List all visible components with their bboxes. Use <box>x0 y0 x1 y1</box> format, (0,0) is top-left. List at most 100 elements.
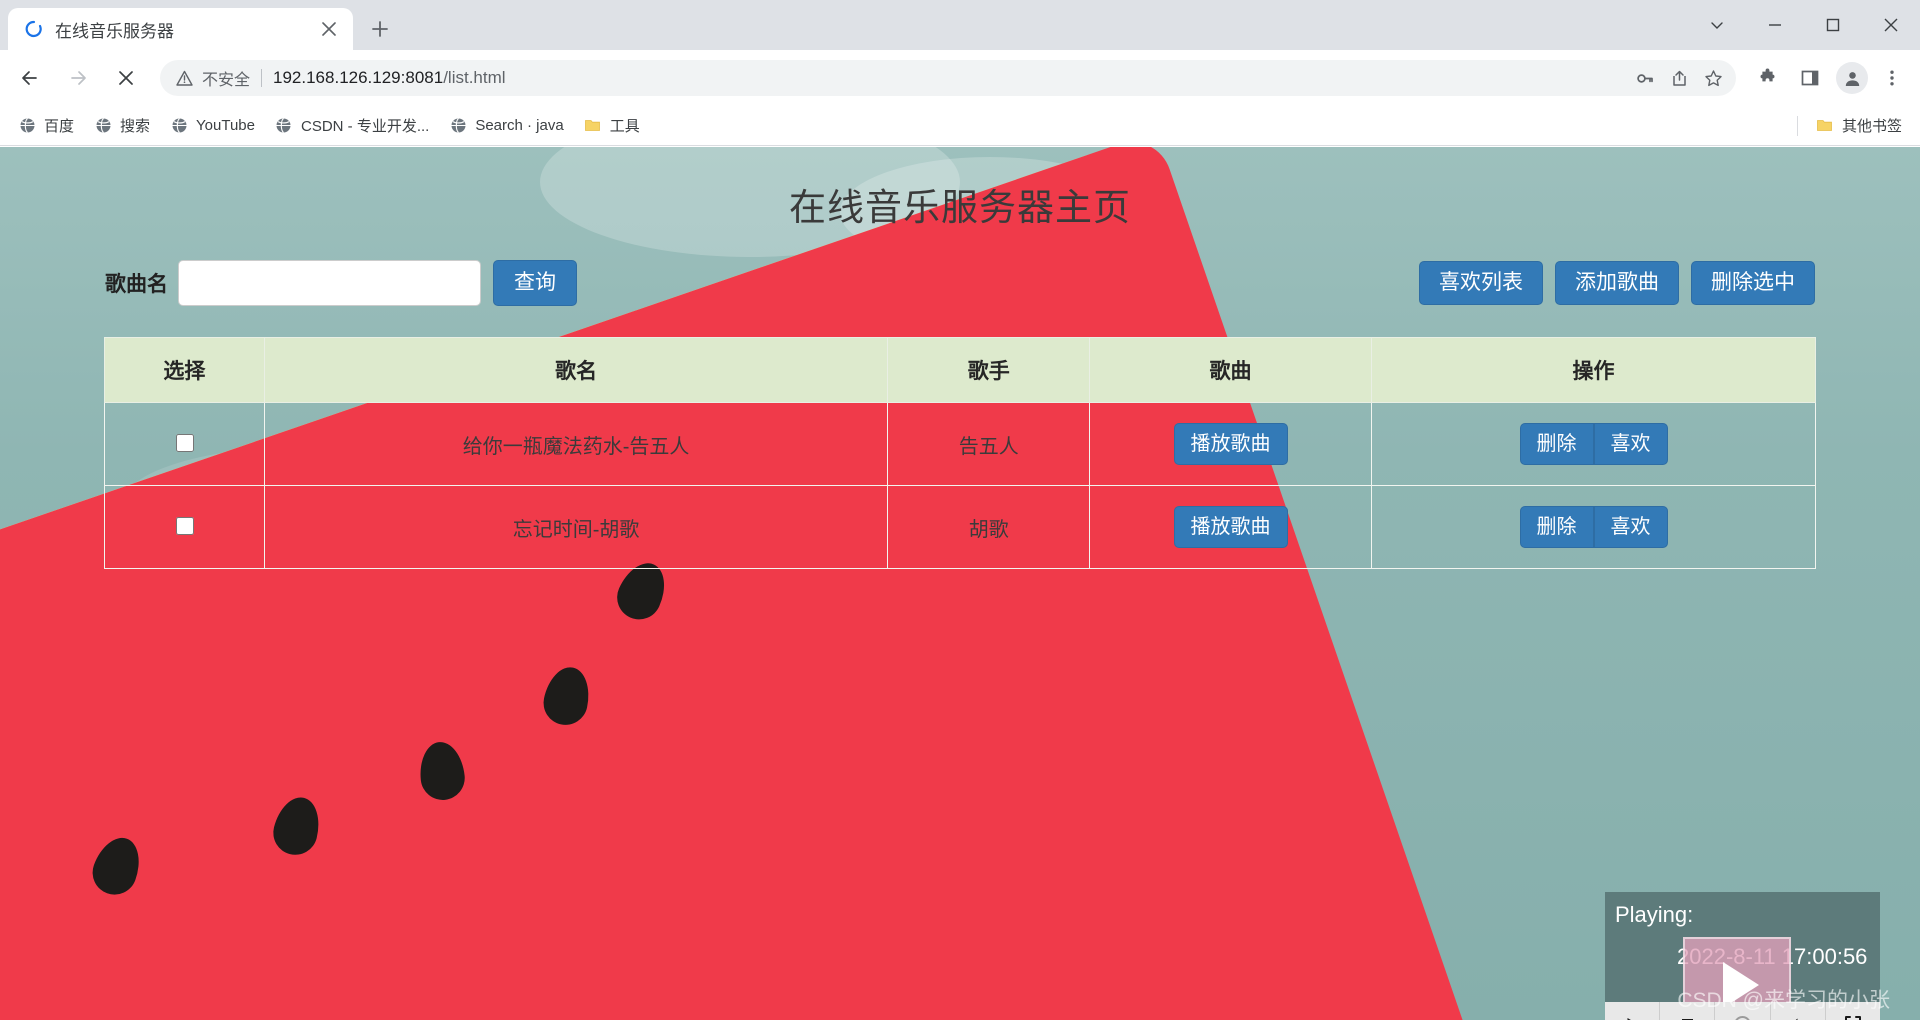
query-button[interactable]: 查询 <box>493 260 577 306</box>
search-input[interactable] <box>178 260 481 306</box>
song-table: 选择 歌名 歌手 歌曲 操作 给你一瓶魔法药水-告五人 告五人 播放歌曲 删除 … <box>104 337 1816 569</box>
play-song-button[interactable]: 播放歌曲 <box>1173 423 1288 465</box>
delete-song-button[interactable]: 删除 <box>1519 423 1594 465</box>
key-icon[interactable] <box>1628 61 1662 95</box>
globe-icon <box>18 117 36 135</box>
bookmark-label: 工具 <box>609 118 640 135</box>
profile-avatar-icon[interactable] <box>1836 62 1868 94</box>
warning-triangle-icon <box>174 68 194 88</box>
bookmark-label: YouTube <box>196 117 255 134</box>
csdn-watermark: CSDN @来学习的小张 <box>1677 989 1890 1012</box>
bookmark-label: Search · java <box>475 117 564 134</box>
url-host: 192.168.126.129:8081 <box>273 68 444 87</box>
bookmarks-divider <box>1796 115 1798 136</box>
address-bar[interactable]: 不安全 192.168.126.129:8081/list.html <box>160 60 1736 96</box>
like-song-button[interactable]: 喜欢 <box>1593 423 1668 465</box>
controls-row: 歌曲名 查询 喜欢列表 添加歌曲 删除选中 <box>0 259 1920 307</box>
loading-spinner-icon <box>24 19 44 39</box>
song-table-body: 给你一瓶魔法药水-告五人 告五人 播放歌曲 删除 喜欢 忘记时间-胡歌 胡歌 播… <box>104 402 1816 569</box>
column-header-singer: 歌手 <box>887 337 1090 403</box>
omnibox-divider <box>261 69 263 87</box>
table-header-row: 选择 歌名 歌手 歌曲 操作 <box>104 337 1816 403</box>
window-close-icon[interactable] <box>1862 0 1920 50</box>
browser-tab[interactable]: 在线音乐服务器 <box>8 8 353 50</box>
close-icon[interactable] <box>317 17 341 41</box>
folder-icon <box>1816 117 1834 135</box>
address-bar-url: 192.168.126.129:8081/list.html <box>273 68 506 88</box>
page-action-buttons: 喜欢列表 添加歌曲 删除选中 <box>1419 261 1815 305</box>
row-select-cell <box>104 402 265 486</box>
minimize-icon[interactable] <box>1746 0 1804 50</box>
globe-icon <box>275 117 293 135</box>
row-song-name: 忘记时间-胡歌 <box>263 485 889 569</box>
play-icon[interactable] <box>1605 1002 1661 1020</box>
bookmark-item[interactable]: YouTube <box>160 112 265 140</box>
page-title: 在线音乐服务器主页 <box>789 187 1131 228</box>
delete-song-button[interactable]: 删除 <box>1519 506 1594 548</box>
side-panel-icon[interactable] <box>1792 60 1828 96</box>
tab-title: 在线音乐服务器 <box>55 21 174 41</box>
bookmark-item[interactable]: 搜索 <box>84 112 160 140</box>
bookmark-label: CSDN - 专业开发... <box>300 118 430 135</box>
globe-icon <box>170 117 188 135</box>
play-song-button[interactable]: 播放歌曲 <box>1173 506 1288 548</box>
bookmark-item[interactable]: Search · java <box>439 112 573 140</box>
row-select-cell <box>104 485 265 569</box>
table-row: 给你一瓶魔法药水-告五人 告五人 播放歌曲 删除 喜欢 <box>104 402 1816 486</box>
new-tab-button[interactable] <box>363 12 397 46</box>
column-header-name: 歌名 <box>263 337 889 403</box>
three-dot-menu-icon[interactable] <box>1874 60 1910 96</box>
maximize-icon[interactable] <box>1804 0 1862 50</box>
row-checkbox[interactable] <box>175 433 194 452</box>
other-bookmarks-label: 其他书签 <box>1841 118 1902 135</box>
globe-icon <box>94 117 112 135</box>
url-path: /list.html <box>443 68 506 87</box>
puzzle-piece-icon[interactable] <box>1750 60 1786 96</box>
row-checkbox[interactable] <box>175 516 194 535</box>
delete-selected-button[interactable]: 删除选中 <box>1691 261 1815 305</box>
share-icon[interactable] <box>1662 61 1696 95</box>
music-server-page: 在线音乐服务器主页 歌曲名 查询 喜欢列表 添加歌曲 删除选中 选择 歌名 歌手 <box>0 147 1920 569</box>
bookmarks-bar: 百度 搜索 YouTube CSDN - 专业开发... Search · ja <box>0 106 1920 146</box>
column-header-song: 歌曲 <box>1088 337 1373 403</box>
playing-label: Playing: <box>1615 902 1694 927</box>
row-operation-cell: 删除 喜欢 <box>1371 402 1816 486</box>
like-song-button[interactable]: 喜欢 <box>1593 506 1668 548</box>
bookmark-label: 百度 <box>44 118 75 135</box>
stop-x-icon[interactable] <box>106 58 146 98</box>
row-song-name: 给你一瓶魔法药水-告五人 <box>263 402 889 486</box>
bookmark-item[interactable]: 百度 <box>8 112 84 140</box>
bookmark-folder-tools[interactable]: 工具 <box>574 112 650 140</box>
row-button-group: 删除 喜欢 <box>1519 506 1668 548</box>
add-song-button[interactable]: 添加歌曲 <box>1555 261 1679 305</box>
column-header-select: 选择 <box>104 337 265 403</box>
column-header-operation: 操作 <box>1371 337 1816 403</box>
bookmarks-bar-right: 其他书签 <box>1789 112 1912 140</box>
folder-icon <box>584 117 602 135</box>
bookmark-item[interactable]: CSDN - 专业开发... <box>265 112 439 140</box>
row-singer: 告五人 <box>887 402 1090 486</box>
browser-window: 在线音乐服务器 不安全 192.168.126.129:8081/list.ht… <box>0 0 1920 1020</box>
window-controls <box>1688 0 1920 50</box>
song-name-label: 歌曲名 <box>105 273 168 296</box>
favorites-list-button[interactable]: 喜欢列表 <box>1419 261 1543 305</box>
omnibox-actions <box>1628 61 1730 95</box>
chevron-down-icon[interactable] <box>1688 0 1746 50</box>
forward-arrow-icon[interactable] <box>58 58 98 98</box>
browser-toolbar: 不安全 192.168.126.129:8081/list.html <box>0 50 1920 106</box>
star-icon[interactable] <box>1696 61 1730 95</box>
back-arrow-icon[interactable] <box>10 58 50 98</box>
row-button-group: 删除 喜欢 <box>1519 423 1668 465</box>
security-warning-text: 不安全 <box>202 72 251 89</box>
bookmark-label: 搜索 <box>120 118 151 135</box>
other-bookmarks-folder[interactable]: 其他书签 <box>1806 112 1912 140</box>
table-row: 忘记时间-胡歌 胡歌 播放歌曲 删除 喜欢 <box>104 485 1816 569</box>
row-song-cell: 播放歌曲 <box>1088 485 1373 569</box>
page-viewport: 在线音乐服务器主页 歌曲名 查询 喜欢列表 添加歌曲 删除选中 选择 歌名 歌手 <box>0 147 1920 1020</box>
tab-strip: 在线音乐服务器 <box>0 0 1920 50</box>
globe-icon <box>449 117 467 135</box>
row-song-cell: 播放歌曲 <box>1088 402 1373 486</box>
song-table-head: 选择 歌名 歌手 歌曲 操作 <box>104 337 1816 403</box>
row-operation-cell: 删除 喜欢 <box>1371 485 1816 569</box>
row-singer: 胡歌 <box>887 485 1090 569</box>
